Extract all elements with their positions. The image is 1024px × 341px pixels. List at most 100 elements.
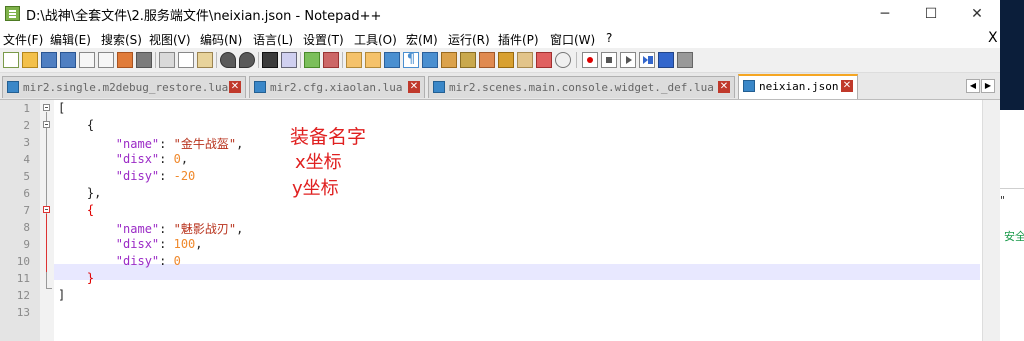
menu-macro[interactable]: 宏(M) xyxy=(406,31,438,48)
zoom-in-icon[interactable] xyxy=(304,52,320,68)
annotation-y-label: y坐标 xyxy=(292,178,339,199)
close-all-icon[interactable] xyxy=(98,52,114,68)
tab-console-widget-def[interactable]: mir2.scenes.main.console.widget._def.lua… xyxy=(428,76,735,98)
undo-icon[interactable] xyxy=(220,52,236,68)
code-token: : xyxy=(159,152,174,166)
code-line: } xyxy=(58,271,94,288)
play-macro-icon[interactable] xyxy=(620,52,636,68)
save-all-icon[interactable] xyxy=(60,52,76,68)
code-token: [ xyxy=(58,101,66,115)
background-window-text: " xyxy=(1000,194,1006,207)
toolbar-separator xyxy=(300,52,301,68)
editor-area[interactable]: 1 2 3 4 5 6 7 8 9 10 11 12 13 [ { "name": "金牛战盔", "d… xyxy=(0,100,982,341)
play-multiple-icon[interactable] xyxy=(639,52,655,68)
close-window-button[interactable]: ✕ xyxy=(954,0,1000,28)
indent-guide-icon[interactable] xyxy=(422,52,438,68)
code-token: , xyxy=(180,152,189,166)
tab-scroll-left-button[interactable]: ◀ xyxy=(966,79,980,93)
code-token: { xyxy=(86,203,95,217)
doc-map-icon[interactable] xyxy=(460,52,476,68)
save-macro-icon[interactable] xyxy=(658,52,674,68)
menu-bar: 文件(F) 编辑(E) 搜索(S) 视图(V) 编码(N) 语言(L) 设置(T… xyxy=(0,28,1000,48)
word-wrap-icon[interactable] xyxy=(384,52,400,68)
show-all-characters-icon[interactable]: ¶ xyxy=(403,52,419,68)
menu-tools[interactable]: 工具(O) xyxy=(354,31,397,48)
find-icon[interactable] xyxy=(262,52,278,68)
fold-end xyxy=(46,288,52,289)
cut-icon[interactable] xyxy=(159,52,175,68)
vertical-scrollbar[interactable] xyxy=(982,100,1001,341)
annotation-name-label: 装备名字 xyxy=(290,126,367,148)
menu-encoding[interactable]: 编码(N) xyxy=(200,31,242,48)
open-file-icon[interactable] xyxy=(22,52,38,68)
code-token: "disx" xyxy=(115,237,160,251)
function-list-icon[interactable] xyxy=(479,52,495,68)
background-window-header xyxy=(1000,0,1024,110)
menu-plugins[interactable]: 插件(P) xyxy=(498,31,539,48)
run-icon[interactable] xyxy=(677,52,693,68)
menu-view[interactable]: 视图(V) xyxy=(149,31,191,48)
menu-window[interactable]: 窗口(W) xyxy=(550,31,595,48)
user-language-icon[interactable] xyxy=(441,52,457,68)
menu-edit[interactable]: 编辑(E) xyxy=(50,31,91,48)
code-line: { xyxy=(58,203,94,220)
doc-list-icon[interactable] xyxy=(517,52,533,68)
code-token: : xyxy=(159,222,174,236)
replace-icon[interactable] xyxy=(281,52,297,68)
line-number: 3 xyxy=(23,136,30,149)
maximize-button[interactable]: ☐ xyxy=(908,0,954,28)
redo-icon[interactable] xyxy=(239,52,255,68)
current-line-highlight xyxy=(54,264,980,280)
close-file-icon[interactable] xyxy=(79,52,95,68)
tab-close-icon[interactable]: ✕ xyxy=(408,81,420,93)
menu-settings[interactable]: 设置(T) xyxy=(303,31,344,48)
save-icon[interactable] xyxy=(41,52,57,68)
print-preview-icon[interactable] xyxy=(117,52,133,68)
fold-toggle-icon[interactable] xyxy=(43,206,50,213)
close-document-x[interactable]: X xyxy=(988,30,998,46)
fold-margin xyxy=(40,100,54,341)
code-token: : xyxy=(159,254,174,268)
menu-search[interactable]: 搜索(S) xyxy=(101,31,142,48)
stop-macro-icon[interactable] xyxy=(601,52,617,68)
code-token: }, xyxy=(86,186,102,200)
line-number: 6 xyxy=(23,187,30,200)
sync-horizontal-icon[interactable] xyxy=(365,52,381,68)
paste-icon[interactable] xyxy=(197,52,213,68)
tab-close-icon[interactable]: ✕ xyxy=(841,80,853,92)
code-token: "金牛战盔" xyxy=(173,137,237,151)
line-number: 7 xyxy=(23,204,30,217)
new-file-icon[interactable] xyxy=(3,52,19,68)
folder-workspace-icon[interactable] xyxy=(498,52,514,68)
notepad-icon xyxy=(5,6,20,21)
monitoring-icon[interactable] xyxy=(536,52,552,68)
line-number: 4 xyxy=(23,153,30,166)
fold-toggle-icon[interactable] xyxy=(43,104,50,111)
file-save-icon xyxy=(254,81,266,93)
fold-guide-active xyxy=(46,214,47,272)
tab-cfg-xiaolan[interactable]: mir2.cfg.xiaolan.lua ✕ xyxy=(249,76,425,98)
tab-close-icon[interactable]: ✕ xyxy=(229,81,241,93)
code-line: "disy": 0 xyxy=(58,254,181,271)
sync-vertical-icon[interactable] xyxy=(346,52,362,68)
tab-scroll-right-button[interactable]: ▶ xyxy=(981,79,995,93)
copy-icon[interactable] xyxy=(178,52,194,68)
menu-language[interactable]: 语言(L) xyxy=(253,31,293,48)
file-save-icon xyxy=(743,80,755,92)
fold-toggle-icon[interactable] xyxy=(43,121,50,128)
background-window: " 安全 xyxy=(1000,0,1024,341)
tab-label: mir2.scenes.main.console.widget._def.lua xyxy=(449,81,714,94)
menu-file[interactable]: 文件(F) xyxy=(3,31,43,48)
print-icon[interactable] xyxy=(136,52,152,68)
tab-m2debug-restore[interactable]: mir2.single.m2debug_restore.lua ✕ xyxy=(2,76,246,98)
record-macro-icon[interactable] xyxy=(582,52,598,68)
eye-icon[interactable] xyxy=(555,52,571,68)
tab-bar: mir2.single.m2debug_restore.lua ✕ mir2.c… xyxy=(0,73,1000,100)
zoom-out-icon[interactable] xyxy=(323,52,339,68)
tab-close-icon[interactable]: ✕ xyxy=(718,81,730,93)
minimize-button[interactable]: ─ xyxy=(862,0,908,28)
code-token: } xyxy=(86,271,95,285)
menu-run[interactable]: 运行(R) xyxy=(448,31,490,48)
menu-help[interactable]: ? xyxy=(606,31,612,45)
tab-neixian-json[interactable]: neixian.json ✕ xyxy=(738,74,858,99)
